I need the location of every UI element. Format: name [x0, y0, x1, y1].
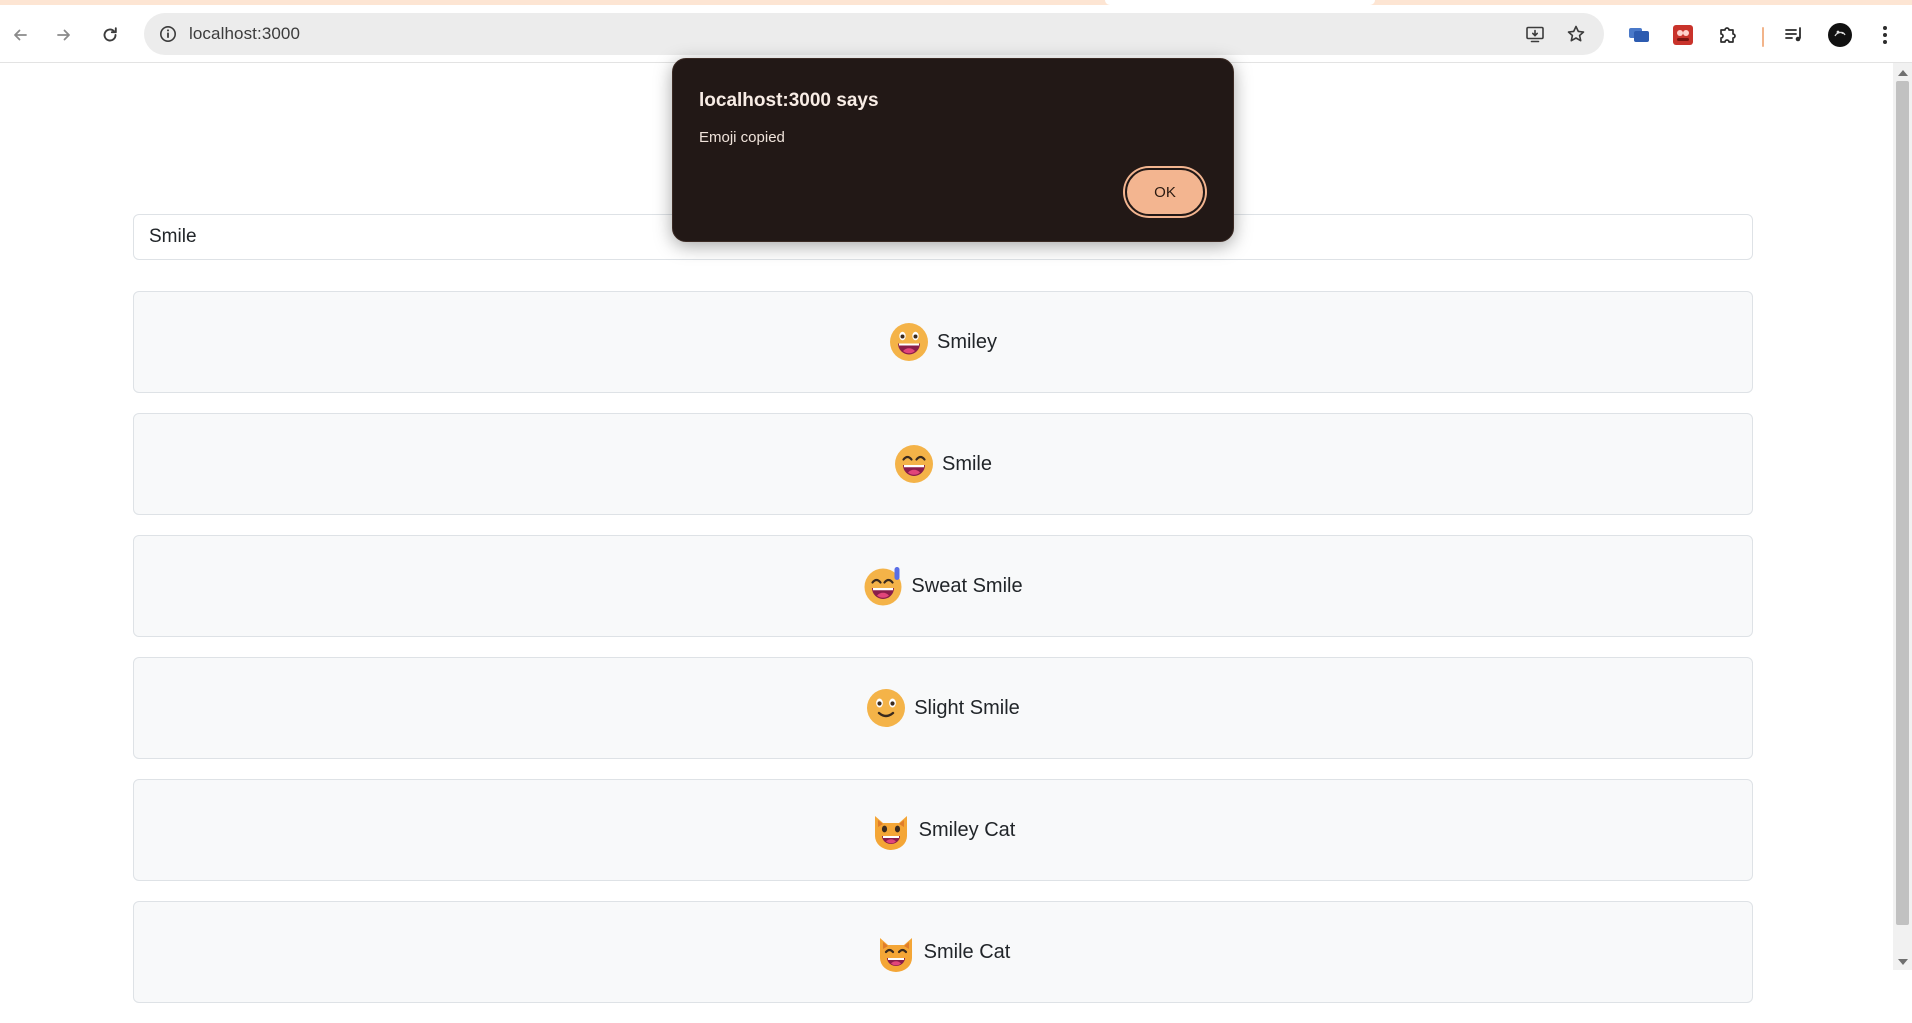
- alert-message: Emoji copied: [699, 129, 785, 146]
- puzzle-icon: [1720, 27, 1736, 43]
- emoji-label: Slight Smile: [914, 696, 1020, 719]
- browser-menu-button[interactable]: [1870, 20, 1900, 50]
- red-extension-icon: [1673, 25, 1693, 45]
- reload-button[interactable]: [92, 17, 128, 53]
- grinning-cat-icon: [874, 816, 907, 850]
- alert-ok-button[interactable]: OK: [1125, 168, 1205, 216]
- back-arrow-icon: [14, 29, 27, 41]
- info-icon: [160, 26, 176, 42]
- emoji-card-sweat-smile[interactable]: Sweat Smile: [133, 535, 1753, 637]
- scroll-thumb[interactable]: [1896, 81, 1909, 925]
- emoji-label: Smile Cat: [923, 940, 1011, 963]
- site-info-button[interactable]: [152, 18, 184, 50]
- grinning-face-sweat-icon: [864, 567, 902, 606]
- forward-button[interactable]: [46, 17, 82, 53]
- extension-chat-button[interactable]: [1624, 20, 1654, 50]
- browser-toolbar: localhost:3000: [0, 5, 1912, 63]
- scroll-down-arrow[interactable]: [1898, 959, 1908, 965]
- address-bar[interactable]: localhost:3000: [144, 13, 1604, 55]
- emoji-card-smile-cat[interactable]: Smile Cat: [133, 901, 1753, 1003]
- scroll-up-arrow[interactable]: [1898, 70, 1908, 76]
- page-scrollbar[interactable]: [1893, 63, 1912, 970]
- bookmark-button[interactable]: [1560, 18, 1592, 50]
- media-control-button[interactable]: [1779, 20, 1809, 50]
- extensions-button[interactable]: [1713, 20, 1743, 50]
- install-app-button[interactable]: [1519, 18, 1551, 50]
- emoji-label: Smile: [941, 452, 992, 475]
- emoji-card-smile[interactable]: Smile: [133, 413, 1753, 515]
- profile-avatar-button[interactable]: [1825, 20, 1855, 50]
- emoji-card-smiley[interactable]: Smiley: [133, 291, 1753, 393]
- star-icon: [1567, 25, 1585, 42]
- emoji-card-smiley-cat[interactable]: Smiley Cat: [133, 779, 1753, 881]
- url-text[interactable]: localhost:3000: [189, 24, 300, 44]
- emoji-label: Sweat Smile: [911, 574, 1023, 597]
- grinning-cat-smiling-eyes-icon: [879, 938, 912, 972]
- avatar: [1828, 23, 1852, 47]
- chat-bubbles-icon: [1629, 28, 1649, 42]
- emoji-card-slight-smile[interactable]: Slight Smile: [133, 657, 1753, 759]
- toolbar-divider: [1762, 27, 1764, 47]
- slightly-smiling-face-icon: [867, 689, 906, 727]
- reload-icon: [103, 27, 117, 42]
- forward-arrow-icon: [57, 29, 70, 41]
- kebab-menu-icon: [1883, 26, 1887, 44]
- emoji-label: Smiley: [936, 330, 997, 353]
- emoji-results-list: Smiley Smile Sweat Smile Slight Smile Sm…: [133, 291, 1753, 1023]
- install-app-icon: [1526, 26, 1544, 43]
- alert-title: localhost:3000 says: [699, 90, 879, 111]
- media-control-icon: [1785, 27, 1801, 42]
- grinning-face-big-eyes-icon: [889, 323, 928, 361]
- alert-dialog: localhost:3000 says Emoji copied OK: [672, 58, 1234, 242]
- back-button[interactable]: [2, 17, 38, 53]
- grinning-face-smiling-eyes-icon: [894, 445, 933, 483]
- extension-red-button[interactable]: [1668, 20, 1698, 50]
- emoji-label: Smiley Cat: [918, 818, 1016, 841]
